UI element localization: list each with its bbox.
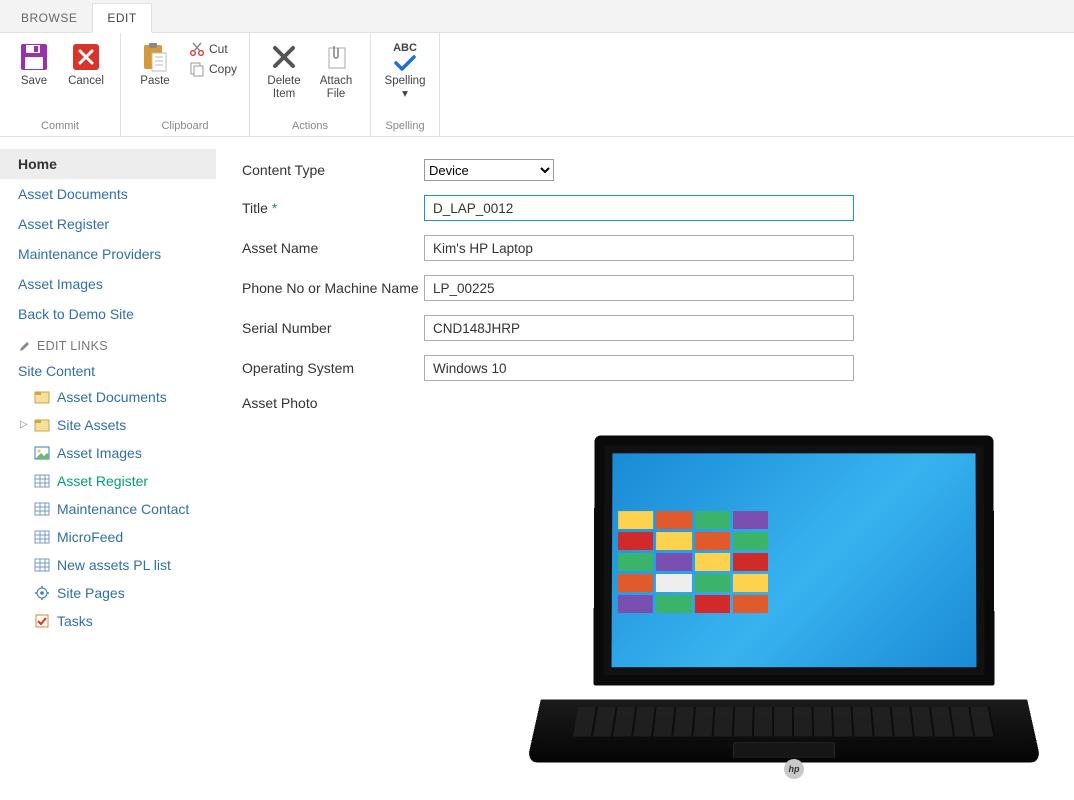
edit-links-label: EDIT LINKS (37, 339, 108, 353)
phone-machine-input[interactable] (424, 275, 854, 301)
cancel-label: Cancel (68, 75, 104, 88)
nav-item[interactable]: Asset Documents (0, 179, 216, 209)
tree-item[interactable]: Site Assets (0, 411, 216, 439)
cancel-icon (70, 41, 102, 73)
tree-item[interactable]: Asset Images (0, 439, 216, 467)
os-input[interactable] (424, 355, 854, 381)
tree-item-label: MicroFeed (57, 527, 123, 547)
save-label: Save (21, 75, 47, 88)
cut-button[interactable]: Cut (185, 39, 241, 59)
doc-icon (34, 417, 50, 433)
title-input[interactable] (424, 195, 854, 221)
delete-item-button[interactable]: Delete Item (258, 39, 310, 103)
tree-item[interactable]: Tasks (0, 607, 216, 635)
img-icon (34, 445, 50, 461)
asset-photo: hp (242, 425, 1054, 785)
ribbon-group-commit: Save Cancel Commit (0, 33, 121, 136)
label-title: Title * (242, 200, 424, 216)
tree-item-label: Asset Documents (57, 387, 167, 407)
pencil-icon (18, 340, 31, 353)
nav-item[interactable]: Asset Images (0, 269, 216, 299)
ribbon-tabs: BROWSE EDIT (0, 0, 1074, 33)
tab-browse[interactable]: BROWSE (6, 3, 92, 32)
cut-icon (189, 41, 205, 57)
ribbon-group-actions: Delete Item Attach File Actions (250, 33, 371, 136)
site-content-link[interactable]: Site Content (0, 359, 216, 383)
copy-icon (189, 61, 205, 77)
group-label-spelling: Spelling (379, 117, 431, 134)
sidebar: HomeAsset DocumentsAsset RegisterMainten… (0, 137, 216, 785)
tree-item-label: Site Pages (57, 583, 125, 603)
spelling-button[interactable]: ABC Spelling▾ (379, 39, 431, 103)
copy-button[interactable]: Copy (185, 59, 241, 79)
tree-item[interactable]: MicroFeed (0, 523, 216, 551)
ribbon-group-spelling: ABC Spelling▾ Spelling (371, 33, 440, 136)
cut-label: Cut (209, 42, 228, 56)
save-icon (18, 41, 50, 73)
cancel-button[interactable]: Cancel (60, 39, 112, 90)
delete-label: Delete Item (260, 75, 308, 101)
group-label-commit: Commit (8, 117, 112, 134)
attach-file-button[interactable]: Attach File (310, 39, 362, 103)
tree-item[interactable]: New assets PL list (0, 551, 216, 579)
tree-item-label: Tasks (57, 611, 93, 631)
serial-input[interactable] (424, 315, 854, 341)
nav-item[interactable]: Maintenance Providers (0, 239, 216, 269)
label-os: Operating System (242, 360, 424, 376)
group-label-actions: Actions (258, 117, 362, 134)
gear-icon (34, 585, 50, 601)
edit-form: Content Type Device Title * Asset Name P… (216, 137, 1074, 785)
tree-item-label: Asset Register (57, 471, 148, 491)
label-serial: Serial Number (242, 320, 424, 336)
edit-links-button[interactable]: EDIT LINKS (0, 329, 216, 359)
tree-item-label: Site Assets (57, 415, 126, 435)
paste-button[interactable]: Paste (129, 39, 181, 90)
tree-item-label: Maintenance Contact (57, 499, 189, 519)
tree-item[interactable]: Asset Documents (0, 383, 216, 411)
label-asset-photo: Asset Photo (242, 395, 424, 411)
check-icon (34, 613, 50, 629)
tree-item-label: Asset Images (57, 443, 142, 463)
grid-icon (34, 501, 50, 517)
delete-icon (268, 41, 300, 73)
hp-logo-icon: hp (784, 759, 804, 779)
label-content-type: Content Type (242, 162, 424, 178)
paste-label: Paste (140, 75, 169, 88)
tree-item[interactable]: Asset Register (0, 467, 216, 495)
grid-icon (34, 473, 50, 489)
ribbon-group-clipboard: Paste Cut Copy Clipboard (121, 33, 250, 136)
grid-icon (34, 557, 50, 573)
asset-name-input[interactable] (424, 235, 854, 261)
tree-item-label: New assets PL list (57, 555, 171, 575)
paste-icon (139, 41, 171, 73)
spelling-icon: ABC (389, 41, 421, 73)
doc-icon (34, 389, 50, 405)
attach-label: Attach File (312, 75, 360, 101)
nav-item[interactable]: Asset Register (0, 209, 216, 239)
ribbon: Save Cancel Commit Paste Cut (0, 33, 1074, 137)
copy-label: Copy (209, 62, 237, 76)
tree-item[interactable]: Maintenance Contact (0, 495, 216, 523)
tab-edit[interactable]: EDIT (92, 3, 151, 33)
spelling-label: Spelling▾ (385, 75, 426, 101)
save-button[interactable]: Save (8, 39, 60, 90)
label-asset-name: Asset Name (242, 240, 424, 256)
label-phone-machine: Phone No or Machine Name (242, 280, 424, 296)
tree-item[interactable]: Site Pages (0, 579, 216, 607)
nav-item[interactable]: Home (0, 149, 216, 179)
laptop-image: hp (474, 425, 1034, 785)
content-type-select[interactable]: Device (424, 159, 554, 181)
grid-icon (34, 529, 50, 545)
nav-item[interactable]: Back to Demo Site (0, 299, 216, 329)
attach-icon (320, 41, 352, 73)
group-label-clipboard: Clipboard (129, 117, 241, 134)
